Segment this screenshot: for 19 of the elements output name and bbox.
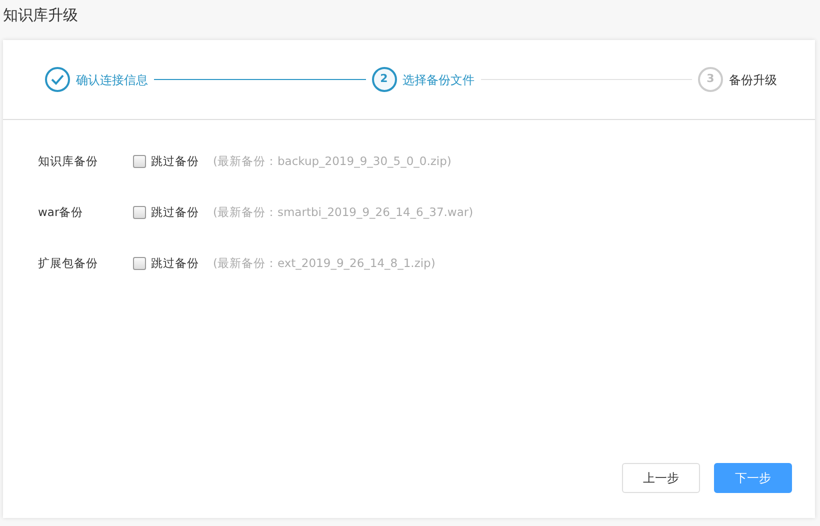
step-label: 选择备份文件	[402, 72, 474, 88]
checkbox-label[interactable]: 跳过备份	[151, 254, 199, 272]
step-circle: 2	[372, 67, 396, 92]
step-label: 备份升级	[729, 72, 777, 88]
step-label: 确认连接信息	[76, 72, 148, 88]
backup-label: 知识库备份	[38, 152, 99, 170]
page-title: 知识库升级	[2, 5, 79, 26]
checkbox-label[interactable]: 跳过备份	[151, 204, 199, 222]
checkbox-label[interactable]: 跳过备份	[151, 152, 199, 170]
checkbox[interactable]	[133, 155, 146, 168]
previous-button[interactable]: 上一步	[622, 463, 700, 493]
checkbox[interactable]	[133, 206, 146, 219]
backup-label: war备份	[38, 204, 84, 221]
latest-backup-hint: (最新备份：ext_2019_9_26_14_8_1.zip)	[213, 254, 436, 272]
checkbox[interactable]	[133, 257, 146, 270]
latest-backup-hint: (最新备份：backup_2019_9_30_5_0_0.zip)	[213, 152, 452, 170]
step-circle: 3	[698, 67, 723, 92]
latest-backup-hint: (最新备份：smartbi_2019_9_26_14_6_37.war)	[213, 204, 474, 221]
backup-label: 扩展包备份	[38, 254, 99, 272]
